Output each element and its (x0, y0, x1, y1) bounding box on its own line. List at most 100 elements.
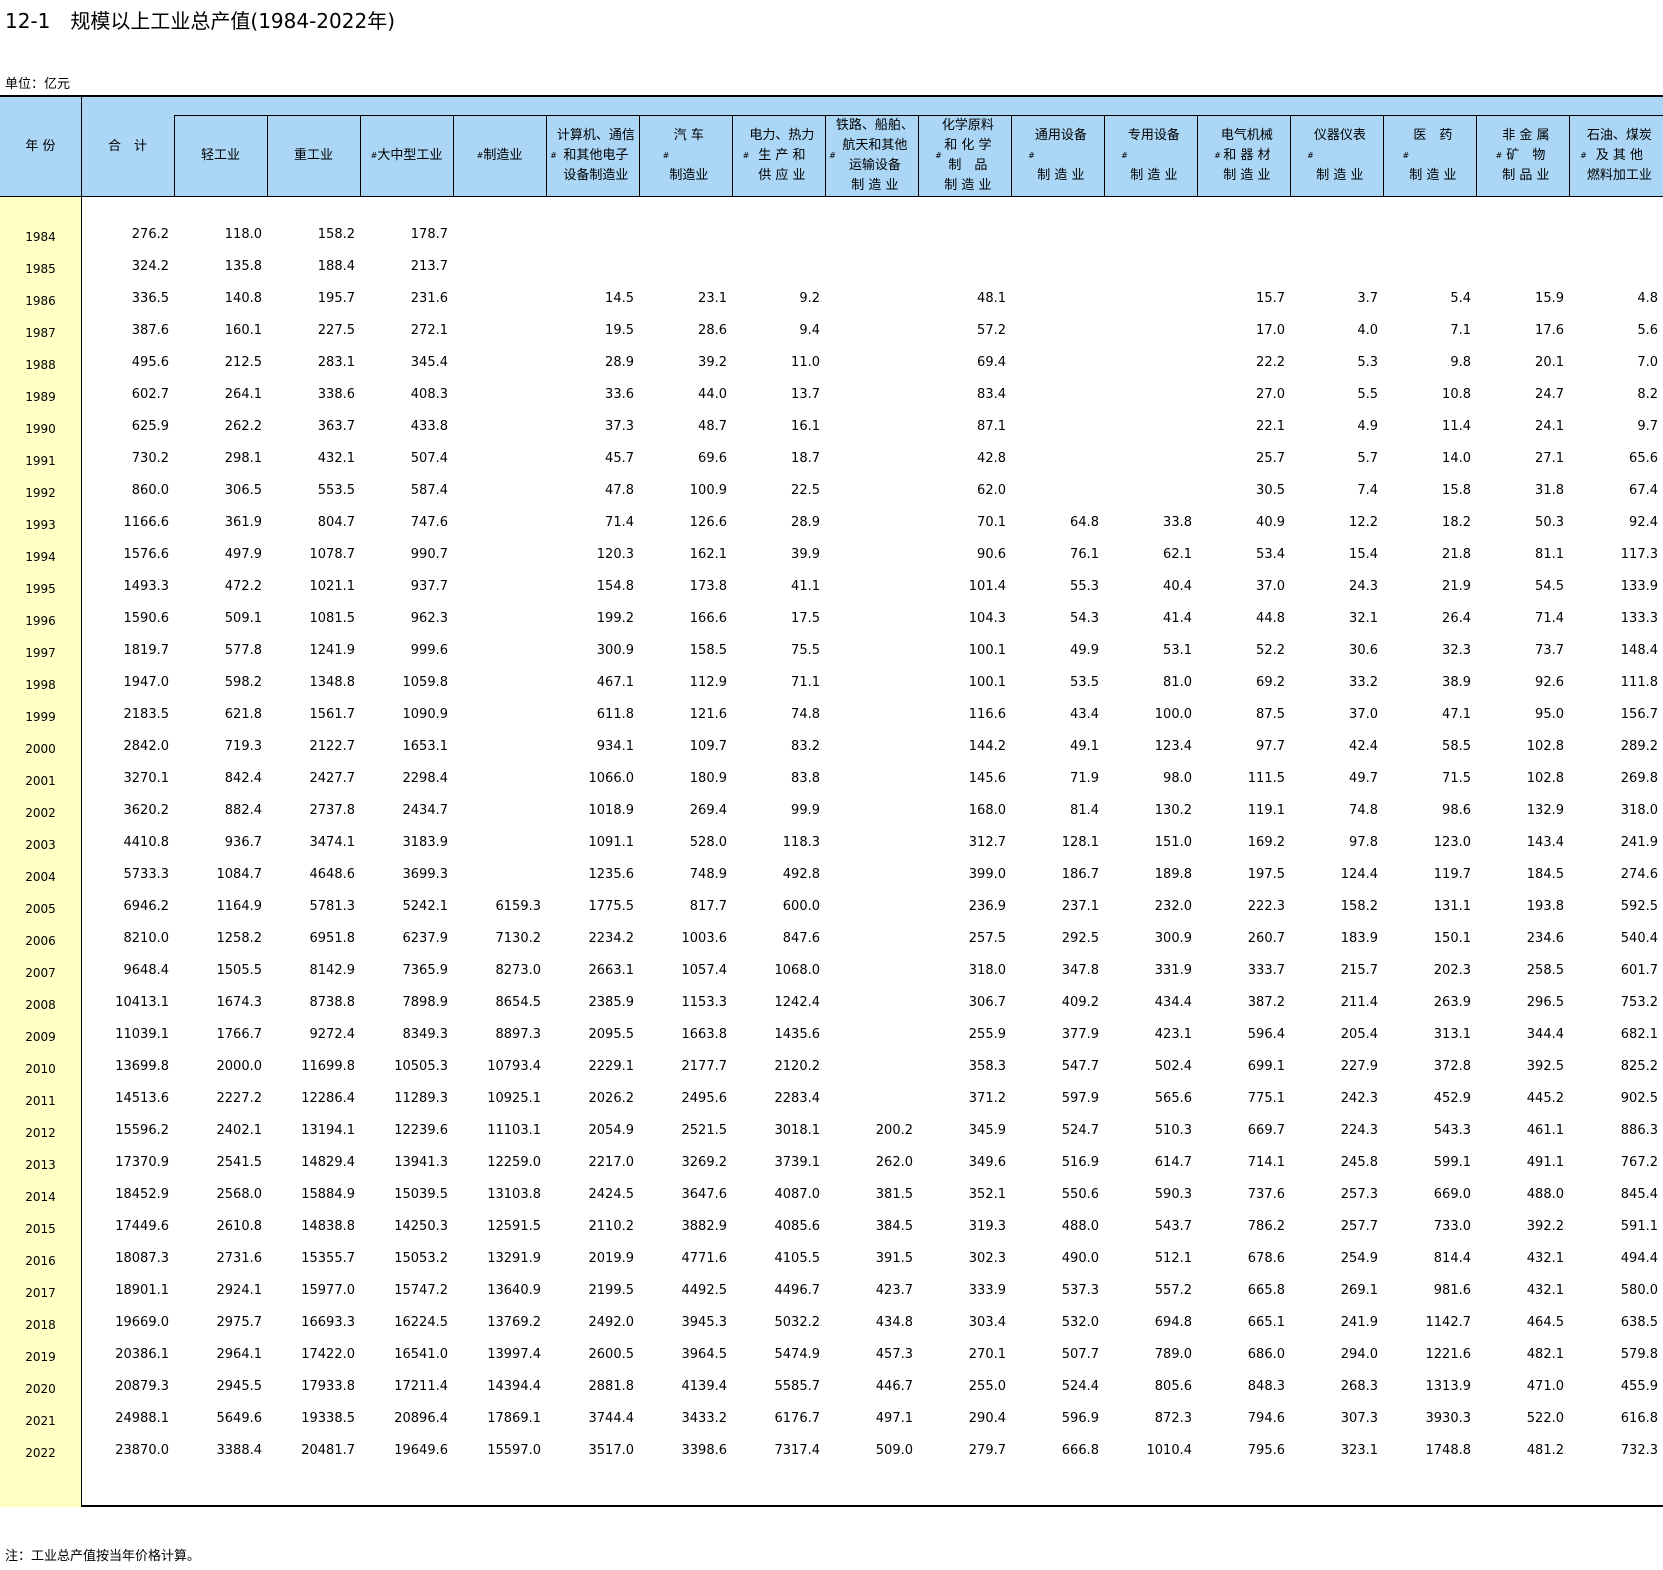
value-cell: 488.0 (1061, 1219, 1099, 1234)
column-header: # 石油、煤炭 及 其 他 燃料加工业 (1569, 115, 1663, 196)
value-cell: 11699.8 (301, 1059, 355, 1074)
value-cell: 25.7 (1256, 451, 1285, 466)
value-cell: 789.0 (1154, 1347, 1192, 1362)
value-cell: 2234.2 (588, 931, 635, 946)
year-cell: 1995 (25, 582, 56, 596)
value-cell: 269.4 (689, 803, 727, 818)
value-cell (823, 737, 913, 757)
value-cell: 1576.6 (123, 547, 170, 562)
value-cell: 257.5 (968, 931, 1006, 946)
value-cell: 151.0 (1154, 835, 1192, 850)
value-cell: 227.5 (317, 323, 355, 338)
value-cell: 387.2 (1247, 995, 1285, 1010)
value-cell: 21.9 (1442, 579, 1471, 594)
value-cell: 9.7 (1637, 419, 1658, 434)
value-cell (823, 417, 913, 437)
value-cell (823, 449, 913, 469)
year-cell: 2020 (25, 1382, 56, 1396)
value-cell: 71.5 (1442, 771, 1471, 786)
value-cell (451, 673, 541, 693)
value-cell: 3.7 (1357, 291, 1378, 306)
column-header-label: 石油、煤炭 及 其 他 燃料加工业 (1586, 127, 1652, 183)
value-cell: 464.5 (1526, 1315, 1564, 1330)
value-cell: 1561.7 (309, 707, 356, 722)
value-cell: 579.8 (1620, 1347, 1658, 1362)
value-cell: 274.6 (1620, 867, 1658, 882)
year-cell: 2010 (25, 1062, 56, 1076)
value-cell: 5032.2 (774, 1315, 821, 1330)
value-cell (451, 225, 541, 245)
value-cell: 303.4 (968, 1315, 1006, 1330)
value-cell: 13640.9 (487, 1283, 541, 1298)
value-cell: 1819.7 (123, 643, 170, 658)
value-cell: 7365.9 (402, 963, 449, 978)
value-cell: 75.5 (791, 643, 820, 658)
value-cell: 1258.2 (216, 931, 263, 946)
column-header: # 电气机械 和 器 材 制 造 业 (1197, 115, 1290, 196)
value-cell: 95.0 (1535, 707, 1564, 722)
value-cell: 423.1 (1154, 1027, 1192, 1042)
value-cell: 121.6 (689, 707, 727, 722)
value-cell: 409.2 (1061, 995, 1099, 1010)
value-cell: 15977.0 (301, 1283, 355, 1298)
value-cell: 4492.5 (681, 1283, 728, 1298)
value-cell: 4410.8 (123, 835, 170, 850)
value-cell: 528.0 (689, 835, 727, 850)
value-cell: 294.0 (1340, 1347, 1378, 1362)
value-cell: 73.7 (1535, 643, 1564, 658)
value-cell: 6951.8 (309, 931, 356, 946)
footnote-mark: # (1402, 150, 1410, 160)
year-cell: 1984 (25, 230, 56, 244)
value-cell: 1242.4 (774, 995, 821, 1010)
value-cell: 16.1 (791, 419, 820, 434)
value-cell (1102, 321, 1192, 341)
value-cell: 199.2 (596, 611, 634, 626)
value-cell: 30.6 (1349, 643, 1378, 658)
value-cell: 8.2 (1637, 387, 1658, 402)
value-cell: 15.9 (1535, 291, 1564, 306)
year-cell: 2017 (25, 1286, 56, 1300)
year-cell: 1990 (25, 422, 56, 436)
value-cell: 1674.3 (216, 995, 263, 1010)
value-cell: 4.8 (1637, 291, 1658, 306)
value-cell (637, 257, 727, 277)
value-cell: 682.1 (1620, 1027, 1658, 1042)
column-header-label: 大中型工业 (377, 147, 443, 163)
value-cell: 748.9 (689, 867, 727, 882)
value-cell: 241.9 (1620, 835, 1658, 850)
column-header: # 仪器仪表 制 造 业 (1290, 115, 1383, 196)
value-cell: 195.7 (317, 291, 355, 306)
value-cell: 262.0 (875, 1155, 913, 1170)
value-cell: 193.8 (1526, 899, 1564, 914)
value-cell: 2385.9 (588, 995, 635, 1010)
value-cell: 83.2 (791, 739, 820, 754)
value-cell: 16224.5 (394, 1315, 448, 1330)
value-cell: 9.2 (799, 291, 820, 306)
value-cell: 842.4 (224, 771, 262, 786)
value-cell (823, 257, 913, 277)
year-cell: 1998 (25, 678, 56, 692)
value-cell: 97.8 (1349, 835, 1378, 850)
value-cell: 9272.4 (309, 1027, 356, 1042)
value-cell: 120.3 (596, 547, 634, 562)
value-cell: 557.2 (1154, 1283, 1192, 1298)
value-cell: 74.8 (1349, 803, 1378, 818)
value-cell: 15884.9 (301, 1187, 355, 1202)
value-cell: 3930.3 (1425, 1411, 1472, 1426)
value-cell: 236.9 (968, 899, 1006, 914)
value-cell: 775.1 (1247, 1091, 1285, 1106)
value-cell: 13194.1 (301, 1123, 355, 1138)
value-cell: 753.2 (1620, 995, 1658, 1010)
value-cell (451, 481, 541, 501)
value-cell: 1090.9 (402, 707, 449, 722)
value-cell: 592.5 (1620, 899, 1658, 914)
footnote-mark: # (476, 150, 484, 160)
value-cell: 7317.4 (774, 1443, 821, 1458)
value-cell: 472.2 (224, 579, 262, 594)
value-cell: 694.8 (1154, 1315, 1192, 1330)
value-cell: 391.5 (875, 1251, 913, 1266)
value-cell: 14.0 (1442, 451, 1471, 466)
value-cell (1102, 449, 1192, 469)
value-cell: 231.6 (410, 291, 448, 306)
value-cell: 333.9 (968, 1283, 1006, 1298)
